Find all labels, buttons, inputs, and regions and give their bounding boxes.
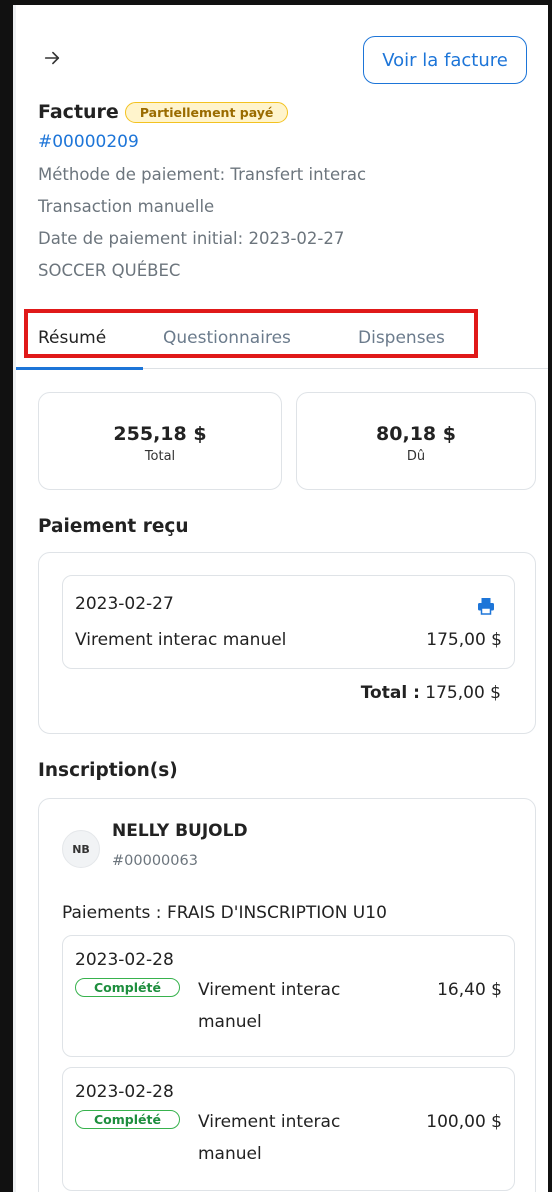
arrow-right-icon[interactable] (38, 44, 66, 72)
status-badge: Partiellement payé (124, 101, 289, 123)
registration-payment-row: 2023-02-28 Complété Virement interac man… (62, 1067, 515, 1191)
tab-bar: Résumé Questionnaires Dispenses (16, 319, 548, 370)
member-name: NELLY BUJOLD (112, 821, 248, 841)
organization-name: SOCCER QUÉBEC (38, 261, 181, 280)
payment-total: Total : 175,00 $ (361, 683, 501, 703)
invoice-number-link[interactable]: #00000209 (38, 132, 139, 152)
due-stat-card: 80,18 $ Dû (296, 392, 536, 490)
registrations-title: Inscription(s) (38, 760, 178, 781)
payments-title: Paiements : FRAIS D'INSCRIPTION U10 (62, 903, 387, 923)
tab-questionnaires[interactable]: Questionnaires (163, 328, 291, 348)
registration-payment-method: Virement interac (198, 1112, 341, 1132)
payment-amount: 175,00 $ (426, 630, 502, 650)
registration-payment-date: 2023-02-28 (75, 1082, 174, 1102)
initial-payment-date-text: Date de paiement initial: 2023-02-27 (38, 229, 345, 248)
frame-right-border (548, 0, 552, 1192)
registration-payment-amount: 100,00 $ (426, 1112, 502, 1132)
total-label: Total (144, 449, 176, 464)
tab-dispenses[interactable]: Dispenses (358, 328, 445, 348)
registration-payment-method: Virement interac (198, 980, 341, 1000)
payment-date: 2023-02-27 (75, 594, 174, 614)
payment-received-title: Paiement reçu (38, 516, 189, 537)
active-tab-indicator (16, 367, 143, 370)
print-icon[interactable] (477, 597, 495, 615)
invoice-title: Facture (38, 101, 119, 123)
registration-payment-date: 2023-02-28 (75, 950, 174, 970)
total-amount: 255,18 $ (113, 423, 207, 445)
registration-payment-method-cont: manuel (198, 1012, 262, 1032)
status-badge: Complété (75, 1110, 180, 1129)
status-badge: Complété (75, 978, 180, 997)
payment-received-card: 2023-02-27 Virement interac manuel 175,0… (38, 552, 536, 734)
tab-resume[interactable]: Résumé (38, 328, 106, 348)
due-amount: 80,18 $ (376, 423, 456, 445)
view-invoice-button[interactable]: Voir la facture (363, 36, 527, 84)
member-number: #00000063 (112, 853, 198, 869)
registration-payment-amount: 16,40 $ (437, 980, 502, 1000)
screenshot-frame: Voir la facture Facture Partiellement pa… (0, 0, 552, 1192)
registration-payment-method-cont: manuel (198, 1144, 262, 1164)
total-stat-card: 255,18 $ Total (38, 392, 282, 490)
registration-card: NB NELLY BUJOLD #00000063 Paiements : FR… (38, 798, 536, 1192)
registration-payment-row: 2023-02-28 Complété Virement interac man… (62, 935, 515, 1057)
payment-method-text: Méthode de paiement: Transfert interac (38, 165, 367, 184)
payment-total-label: Total : (360, 683, 420, 703)
invoice-title-row: Facture Partiellement payé (38, 101, 289, 123)
payment-total-value: 175,00 $ (425, 683, 501, 703)
payment-method: Virement interac manuel (75, 630, 287, 650)
transaction-type-text: Transaction manuelle (38, 197, 215, 216)
avatar: NB (62, 830, 100, 868)
frame-left-border (0, 0, 13, 1192)
due-label: Dû (406, 449, 426, 464)
payment-entry: 2023-02-27 Virement interac manuel 175,0… (62, 575, 515, 669)
